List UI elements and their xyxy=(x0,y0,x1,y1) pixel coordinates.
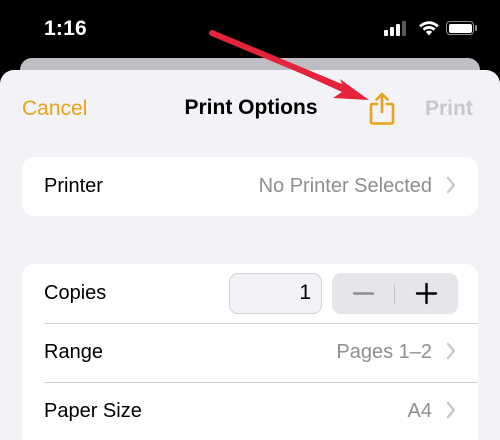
range-value: Pages 1–2 xyxy=(336,341,432,363)
status-time: 1:16 xyxy=(44,17,87,40)
minus-icon xyxy=(352,292,375,295)
printer-value: No Printer Selected xyxy=(258,175,432,197)
page-title-text: Print Options xyxy=(184,96,318,119)
printer-group: Printer No Printer Selected xyxy=(22,157,478,216)
range-label: Range xyxy=(44,341,103,363)
options-group: Copies 1 Range Pages 1–2 Paper Size A4 xyxy=(22,264,478,440)
chevron-right-icon xyxy=(446,401,456,419)
printer-label: Printer xyxy=(44,175,103,197)
copies-stepper xyxy=(332,273,458,314)
paper-size-row[interactable]: Paper Size A4 xyxy=(22,382,478,440)
copies-row: Copies 1 xyxy=(22,264,478,323)
screen: 1:16 Cancel Print Options Print Printer … xyxy=(0,0,500,440)
chevron-right-icon xyxy=(446,176,456,194)
battery-icon xyxy=(446,21,474,35)
increment-button[interactable] xyxy=(395,273,458,314)
range-row[interactable]: Range Pages 1–2 xyxy=(22,323,478,382)
share-button[interactable] xyxy=(367,91,397,127)
wifi-icon xyxy=(419,21,439,36)
copies-label: Copies xyxy=(44,282,107,304)
print-button[interactable]: Print xyxy=(425,97,473,121)
copies-field[interactable]: 1 xyxy=(229,273,322,314)
chevron-right-icon xyxy=(446,342,456,360)
paper-size-value: A4 xyxy=(407,400,432,422)
plus-icon xyxy=(415,282,438,305)
decrement-button[interactable] xyxy=(332,273,395,314)
share-icon xyxy=(369,92,395,125)
paper-size-label: Paper Size xyxy=(44,400,142,422)
cellular-signal-icon xyxy=(384,20,410,36)
printer-row[interactable]: Printer No Printer Selected xyxy=(22,157,478,216)
status-icons xyxy=(384,20,480,40)
battery-cap xyxy=(475,25,477,31)
